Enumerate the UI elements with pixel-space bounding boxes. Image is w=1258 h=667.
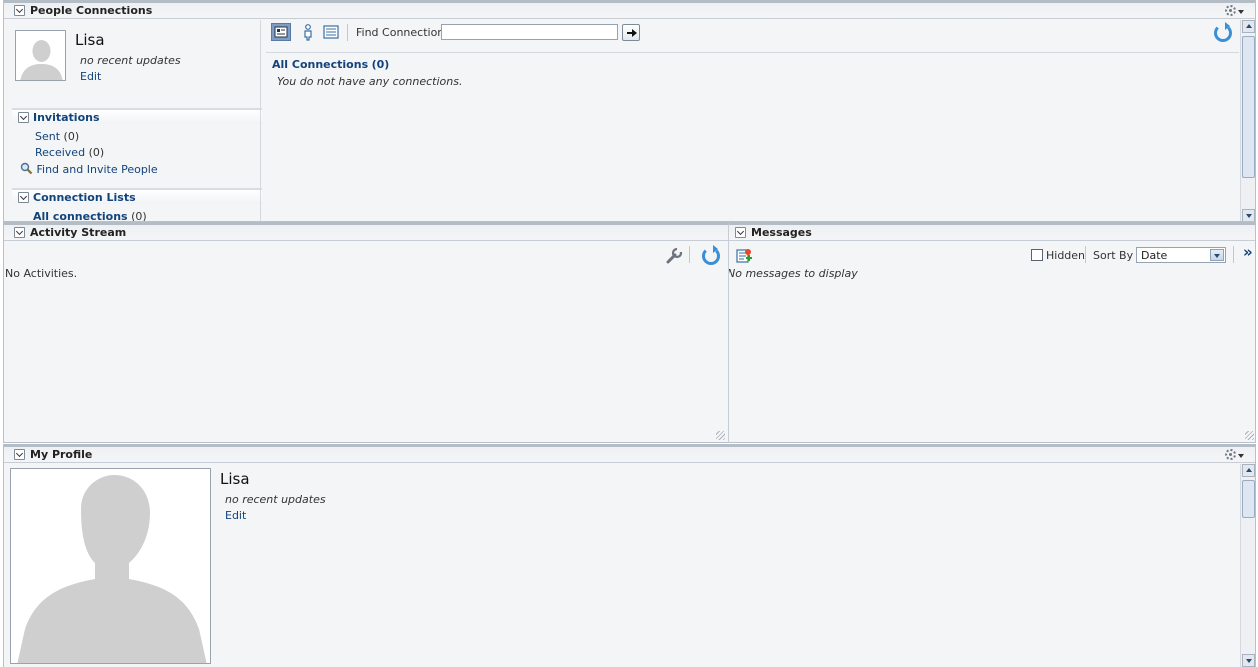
find-invite-row[interactable]: Find and Invite People: [20, 162, 158, 176]
messages-panel: Messages No messages to display Hidden S…: [728, 222, 1256, 443]
all-connections-heading-link[interactable]: All Connections: [272, 58, 368, 71]
card-view-icon: [274, 26, 288, 38]
collapse-icon[interactable]: [14, 449, 25, 460]
vertical-scrollbar[interactable]: [1240, 20, 1255, 221]
empty-connections-message: You do not have any connections.: [277, 75, 463, 88]
sent-link[interactable]: Sent: [35, 130, 60, 143]
invitations-header: Invitations: [12, 108, 262, 124]
invitations-title: Invitations: [33, 111, 100, 124]
toolbar-separator: [347, 24, 348, 41]
sent-count: (0): [63, 130, 80, 143]
go-button[interactable]: [622, 24, 640, 41]
collapse-icon[interactable]: [14, 5, 25, 16]
panel-title: Activity Stream: [30, 226, 127, 239]
wrench-icon[interactable]: [665, 247, 683, 268]
sort-by-value: Date: [1141, 249, 1168, 262]
card-view-button[interactable]: [271, 23, 291, 41]
received-count: (0): [88, 146, 105, 159]
profile-edit-link[interactable]: Edit: [80, 70, 101, 83]
list-view-icon: [323, 25, 339, 39]
list-view-button[interactable]: [322, 23, 342, 41]
vertical-scrollbar[interactable]: [1240, 464, 1255, 667]
activity-stream-header: Activity Stream: [4, 225, 728, 241]
scroll-thumb[interactable]: [1242, 36, 1255, 178]
find-invite-link[interactable]: Find and Invite People: [37, 163, 158, 176]
avatar-large: [10, 468, 211, 664]
new-message-icon[interactable]: [735, 247, 753, 268]
invitations-received: Received (0): [35, 146, 104, 159]
panel-title: My Profile: [30, 448, 93, 461]
people-connections-header: People Connections: [4, 3, 1255, 19]
refresh-icon[interactable]: [702, 245, 720, 265]
all-connections-count: (0): [131, 210, 147, 222]
connection-lists-header: Connection Lists: [12, 188, 262, 204]
find-connection-label: Find Connection: [356, 26, 445, 39]
collapse-icon[interactable]: [735, 227, 746, 238]
sort-by-label: Sort By: [1093, 249, 1134, 262]
person-silhouette-icon: [11, 469, 210, 663]
my-profile-edit-link[interactable]: Edit: [225, 509, 246, 522]
all-connections-heading-count: (0): [371, 58, 390, 71]
results-header-bar: [266, 52, 1239, 53]
all-connections-item: All connections (0): [33, 210, 147, 222]
all-connections-heading: All Connections (0): [272, 58, 389, 71]
gear-icon[interactable]: [1225, 449, 1244, 461]
gear-icon[interactable]: [1225, 5, 1244, 17]
connection-lists-title: Connection Lists: [33, 191, 136, 204]
person-view-icon: [304, 24, 312, 41]
panel-title: People Connections: [30, 4, 153, 17]
sort-by-select[interactable]: Date: [1136, 247, 1226, 263]
search-icon: [20, 162, 33, 175]
chevron-down-icon[interactable]: [1210, 249, 1224, 261]
avatar: [15, 30, 66, 81]
toolbar-separator: [1085, 246, 1086, 263]
my-profile-status: no recent updates: [225, 493, 326, 506]
my-profile-header: My Profile: [4, 447, 1255, 463]
scroll-down-arrow[interactable]: [1242, 654, 1255, 667]
collapse-icon[interactable]: [18, 112, 29, 123]
activities-empty-message: No Activities.: [5, 267, 78, 280]
messages-empty-message: No messages to display: [728, 267, 858, 280]
more-actions-button[interactable]: »: [1243, 243, 1253, 261]
refresh-icon[interactable]: [1214, 22, 1232, 42]
person-view-button[interactable]: [299, 23, 319, 41]
scroll-up-arrow[interactable]: [1242, 464, 1255, 477]
collapse-icon[interactable]: [14, 227, 25, 238]
all-connections-link[interactable]: All connections: [33, 210, 128, 221]
resize-handle[interactable]: [1245, 431, 1254, 440]
profile-name: Lisa: [75, 31, 105, 49]
hidden-label: Hidden: [1046, 249, 1086, 262]
panel-title: Messages: [751, 226, 812, 239]
scroll-up-arrow[interactable]: [1242, 20, 1255, 33]
invitations-sent: Sent (0): [35, 130, 79, 143]
my-profile-panel: My Profile Lisa no recent updates Edit: [3, 444, 1256, 667]
resize-handle[interactable]: [716, 431, 725, 440]
scroll-thumb[interactable]: [1242, 480, 1255, 518]
my-profile-name: Lisa: [220, 470, 250, 488]
find-connection-input[interactable]: [441, 24, 618, 40]
received-link[interactable]: Received: [35, 146, 85, 159]
person-silhouette-icon: [16, 31, 65, 80]
collapse-icon[interactable]: [18, 192, 29, 203]
toolbar-separator: [1233, 246, 1234, 263]
profile-status: no recent updates: [80, 54, 181, 67]
toolbar-separator: [689, 246, 690, 263]
messages-header: Messages: [729, 225, 1255, 241]
hidden-checkbox[interactable]: [1031, 249, 1043, 261]
column-divider: [260, 20, 261, 221]
activity-stream-panel: Activity Stream No Activities.: [3, 222, 728, 443]
scroll-down-arrow[interactable]: [1242, 209, 1255, 221]
people-connections-panel: People Connections Lisa no recent update…: [3, 0, 1256, 222]
